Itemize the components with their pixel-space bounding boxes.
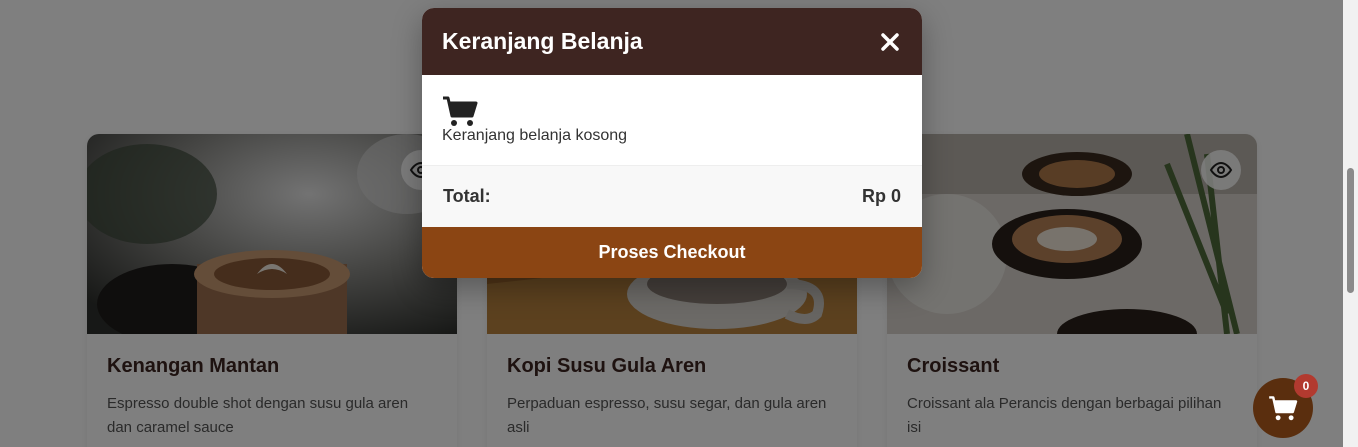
cart-items-area: Keranjang belanja kosong [422, 75, 922, 165]
scrollbar-thumb[interactable] [1347, 168, 1354, 293]
cart-modal-title: Keranjang Belanja [442, 28, 643, 54]
cart-modal: Keranjang Belanja Keranjang belanja koso… [422, 8, 922, 278]
total-value: Rp 0 [861, 186, 901, 206]
close-button[interactable] [878, 30, 902, 54]
close-icon [881, 32, 899, 51]
cart-total-row: Total: Rp 0 [422, 165, 922, 227]
shopping-cart-icon [1269, 396, 1298, 421]
cart-count-badge: 0 [1294, 374, 1318, 398]
total-label: Total: [443, 186, 491, 206]
shopping-cart-icon [443, 96, 478, 126]
empty-cart-message: Keranjang belanja kosong [442, 127, 628, 144]
cart-modal-header: Keranjang Belanja [422, 8, 922, 75]
scrollbar[interactable] [1343, 0, 1358, 447]
checkout-button[interactable]: Proses Checkout [422, 227, 922, 278]
